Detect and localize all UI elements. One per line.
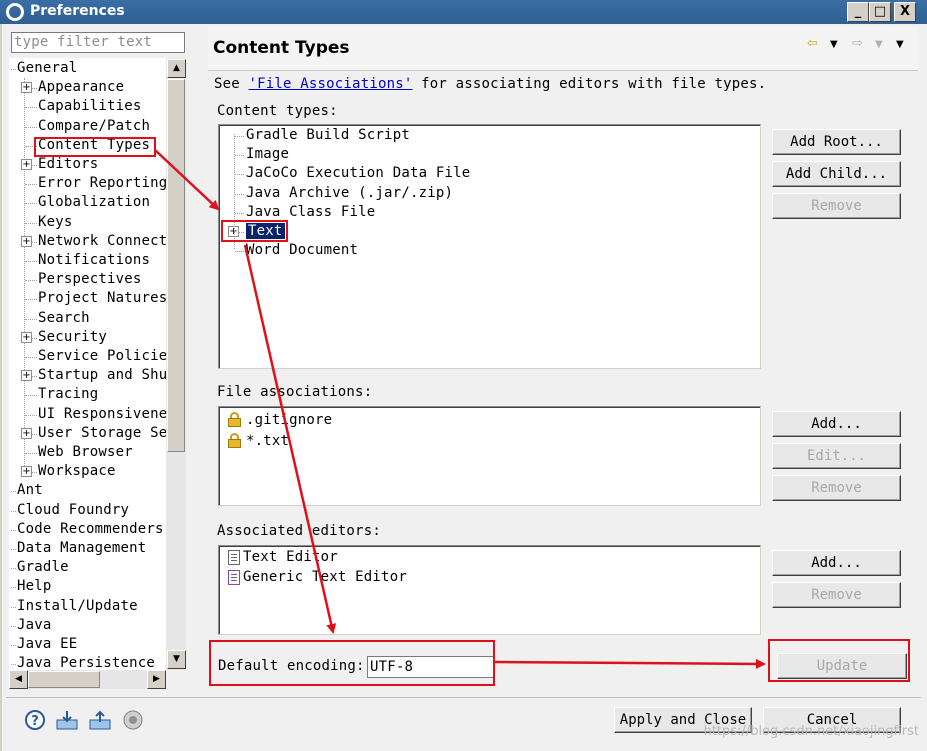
arrow-to-text — [154, 149, 220, 211]
annotation-arrows — [154, 149, 766, 669]
arrow-to-update — [494, 658, 766, 669]
arrow-to-encoding — [243, 244, 337, 634]
